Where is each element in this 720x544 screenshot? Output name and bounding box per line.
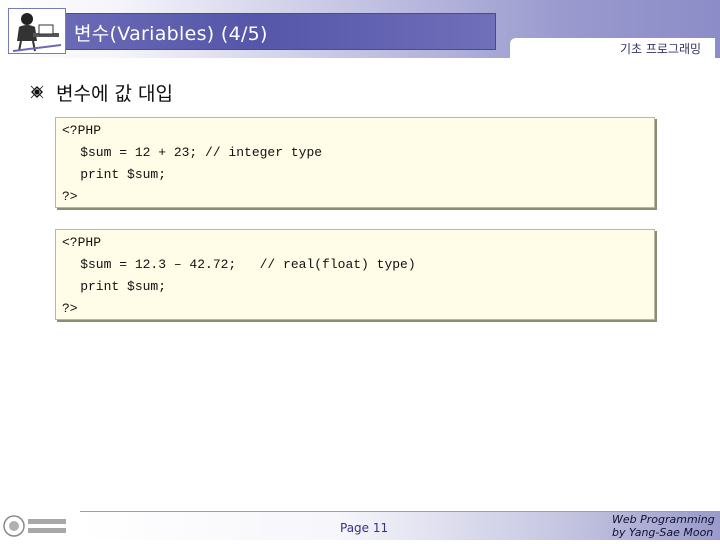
course-name: 기초 프로그래밍 bbox=[620, 42, 702, 56]
section-heading: 변수에 값 대입 bbox=[56, 83, 173, 105]
credit-line: by Yang-Sae Moon bbox=[612, 526, 714, 539]
code-line: <?PHP bbox=[62, 235, 102, 250]
page-number: Page 11 bbox=[340, 521, 389, 535]
code-line: print $sum; bbox=[49, 279, 167, 294]
code-line: $sum = 12 + 23; // integer type bbox=[49, 145, 323, 160]
code-line: ?> bbox=[62, 189, 78, 204]
code-block: <?PHP $sum = 12.3 – 42.72; // real(float… bbox=[55, 229, 655, 320]
code-line: print $sum; bbox=[49, 167, 167, 182]
person-at-desk-icon bbox=[8, 8, 66, 54]
credit-line: Web Programming bbox=[612, 513, 715, 526]
code-line: $sum = 12.3 – 42.72; // real(float) type… bbox=[49, 257, 416, 272]
university-logo-icon bbox=[0, 512, 72, 540]
code-block: <?PHP $sum = 12 + 23; // integer type pr… bbox=[55, 117, 655, 208]
page-title: 변수(Variables) (4/5) bbox=[74, 23, 268, 45]
author-credit: Web Programming by Yang-Sae Moon bbox=[612, 513, 715, 539]
code-line: <?PHP bbox=[62, 123, 102, 138]
bullet-icon bbox=[30, 84, 44, 99]
footer-divider bbox=[80, 511, 720, 512]
code-line: ?> bbox=[62, 301, 78, 316]
